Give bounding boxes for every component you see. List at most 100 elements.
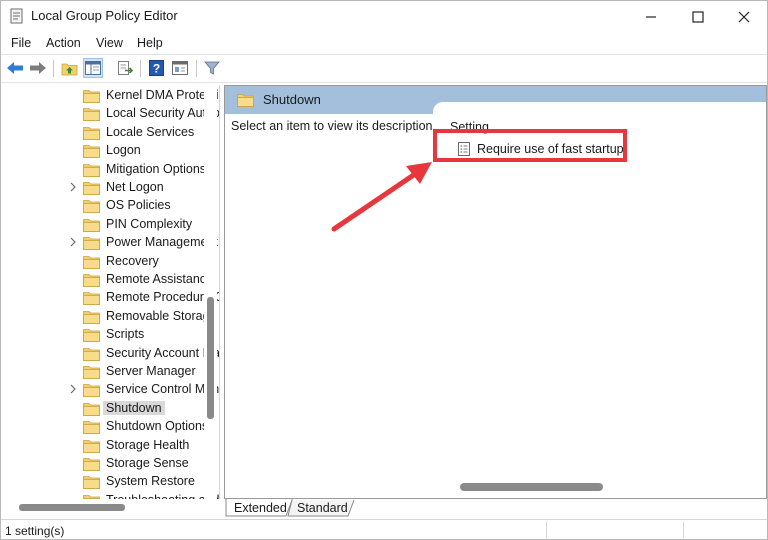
tree-item-label: Storage Health (106, 437, 190, 452)
tree-item[interactable]: Net Logon (1, 179, 204, 197)
tree-item[interactable]: Scripts (1, 326, 204, 344)
toolbar-separator (53, 60, 54, 77)
up-folder-icon (61, 63, 77, 75)
tab-extended[interactable]: Extended (234, 499, 287, 517)
folder-icon (83, 439, 100, 453)
tree-item[interactable]: Local Security Authority (1, 105, 219, 123)
details-horizontal-scroll-thumb[interactable] (460, 483, 603, 491)
tree-item[interactable]: Remote Procedure Call (1, 289, 219, 307)
tree-item-label: Net Logon (106, 180, 164, 194)
tree-item-label: Remote Assistance (106, 272, 213, 286)
tree-vertical-scrollbar[interactable] (204, 85, 217, 499)
chevron-right-icon[interactable] (68, 236, 78, 248)
tree-item[interactable]: Mitigation Options (1, 161, 207, 179)
tree-item[interactable]: PIN Complexity (1, 216, 204, 234)
forward-button[interactable] (28, 58, 48, 78)
tree-item[interactable]: OS Policies (1, 197, 204, 215)
folder-icon (83, 126, 100, 140)
close-button[interactable] (721, 1, 767, 32)
forward-arrow-icon (30, 62, 46, 74)
svg-text:?: ? (152, 62, 159, 76)
tree-item-label: Security Account Manager (106, 345, 219, 360)
tree-item-label: Removable Storage Access (106, 308, 219, 323)
tree-item-label: Power Management (106, 235, 218, 250)
tree-item-label: Storage Sense (106, 456, 189, 470)
properties-view-icon (172, 61, 188, 75)
details-title: Shutdown (263, 92, 321, 107)
status-text: 1 setting(s) (5, 524, 65, 538)
tree-item-label: Remote Procedure Call (106, 290, 219, 305)
tree-item[interactable]: Troubleshooting and Diagnostics (1, 492, 219, 499)
maximize-button[interactable] (675, 1, 721, 32)
folder-icon (237, 94, 254, 107)
help-button[interactable]: ? (146, 58, 166, 78)
tree-item[interactable]: Locale Services (1, 124, 204, 142)
tree-item[interactable]: System Restore (1, 473, 204, 491)
toolbar-separator (196, 60, 197, 77)
maximize-icon (692, 10, 704, 23)
folder-icon (83, 383, 100, 398)
minimize-button[interactable] (628, 1, 674, 32)
tree-vertical-scroll-thumb[interactable] (207, 297, 214, 419)
tree-item[interactable]: Shutdown Options (1, 418, 208, 436)
tree-item[interactable]: Remote Assistance (1, 271, 213, 289)
tree-item-label: System Restore (106, 474, 195, 489)
tree-item[interactable]: Storage Sense (1, 455, 204, 473)
folder-icon (83, 163, 100, 177)
tree-item-label: Server Manager (106, 364, 196, 378)
properties-view-button[interactable] (170, 58, 190, 78)
folder-icon (83, 475, 100, 490)
tree-item[interactable]: Server Manager (1, 363, 204, 381)
menu-bar: File Action View Help (1, 32, 767, 54)
tree-item-label: Mitigation Options (106, 161, 207, 176)
status-bar: 1 setting(s) (1, 519, 767, 539)
tree-item-label: Scripts (106, 327, 145, 342)
back-button[interactable] (5, 58, 25, 78)
up-one-level-button[interactable] (59, 58, 79, 78)
tree-item[interactable]: Service Control Manager Settings (1, 381, 219, 399)
tree-item-label: Recovery (106, 253, 159, 268)
tree-item[interactable]: Storage Health (1, 437, 204, 455)
folder-icon (83, 255, 100, 269)
navigation-tree: Kernel DMA Protection Local Security Auth… (1, 85, 220, 499)
menu-action[interactable]: Action (46, 36, 81, 50)
tree-item[interactable]: Shutdown (1, 400, 204, 418)
chevron-right-icon[interactable] (68, 383, 78, 395)
tree-horizontal-scroll-thumb[interactable] (19, 504, 125, 511)
tree-item[interactable]: Kernel DMA Protection (1, 87, 219, 105)
menu-view[interactable]: View (96, 36, 123, 50)
tree-item-label: Logon (106, 143, 141, 158)
tree-item-label: PIN Complexity (106, 216, 193, 231)
tree-item[interactable]: Power Management (1, 234, 218, 252)
status-divider (683, 522, 684, 538)
tree-item-label: Local Security Authority (106, 106, 219, 121)
chevron-right-icon[interactable] (68, 181, 78, 193)
close-icon (738, 11, 750, 22)
folder-icon (83, 347, 100, 361)
toolbar-divider (1, 82, 767, 83)
show-hide-tree-icon (85, 61, 101, 75)
export-list-button[interactable] (115, 58, 135, 78)
group-policy-app-icon (10, 8, 23, 24)
folder-icon (83, 457, 100, 471)
folder-icon (83, 273, 100, 287)
menu-help[interactable]: Help (137, 36, 163, 50)
app-window: Local Group Policy Editor File Action Vi… (0, 0, 768, 540)
tree-item-label: Service Control Manager Settings (106, 382, 219, 397)
tree-item[interactable]: Recovery (1, 253, 204, 271)
minimize-icon (646, 15, 656, 18)
filter-icon (204, 61, 220, 75)
tree-item[interactable]: Security Account Manager (1, 345, 219, 363)
show-hide-tree-button[interactable] (83, 58, 103, 78)
tab-standard[interactable]: Standard (297, 499, 348, 517)
tree-item-label: Shutdown (103, 400, 165, 415)
filter-button[interactable] (202, 58, 222, 78)
folder-icon (83, 181, 100, 195)
highlight-box (433, 129, 627, 162)
tree-item-label: Kernel DMA Protection (106, 88, 220, 102)
folder-icon (83, 420, 100, 435)
menu-file[interactable]: File (11, 36, 31, 50)
tree-item[interactable]: Logon (1, 142, 204, 160)
folder-icon (83, 144, 100, 159)
tree-item[interactable]: Removable Storage Access (1, 308, 219, 326)
